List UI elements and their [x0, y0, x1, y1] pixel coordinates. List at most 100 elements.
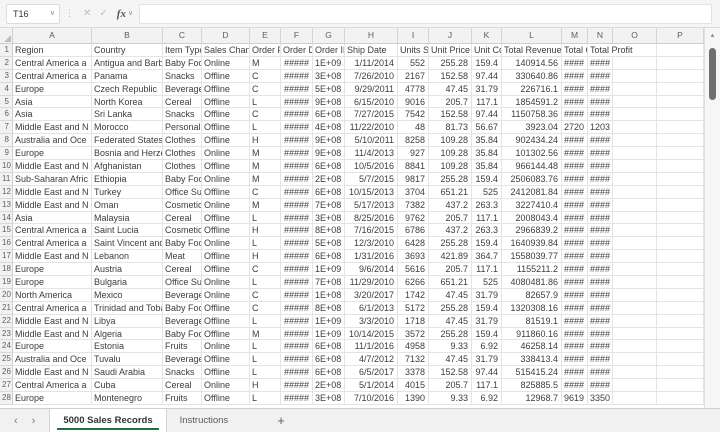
cell[interactable]: #### [588, 211, 613, 225]
cell[interactable]: Oman [92, 198, 163, 212]
column-header-G[interactable]: G [313, 28, 345, 44]
cell[interactable]: #### [588, 82, 613, 96]
cell[interactable]: Mexico [92, 288, 163, 302]
cell[interactable]: 7/10/2016 [345, 392, 398, 405]
tab-instructions[interactable]: Instructions [167, 409, 242, 432]
cell[interactable]: 7/26/2010 [345, 69, 398, 83]
cell[interactable]: Online [202, 379, 250, 393]
header-cell[interactable]: Total C [562, 44, 588, 57]
cell[interactable] [613, 211, 657, 225]
cell[interactable]: #### [588, 263, 613, 277]
cell[interactable]: Middle East and N [13, 185, 92, 199]
cell[interactable]: 3378 [398, 366, 429, 380]
cell[interactable]: Offline [202, 314, 250, 328]
cell[interactable]: Central America a [13, 69, 92, 83]
cell[interactable]: 35.84 [472, 160, 502, 173]
cell[interactable]: 81519.1 [502, 314, 562, 328]
header-cell[interactable]: Order Da [281, 44, 313, 57]
cell[interactable]: Snacks [163, 108, 202, 122]
cell[interactable]: 159.4 [472, 237, 502, 251]
cell[interactable]: 1155211.2 [502, 263, 562, 277]
cell[interactable] [657, 185, 704, 199]
cell[interactable]: 902434.24 [502, 134, 562, 148]
cell[interactable]: #### [562, 276, 588, 289]
cell[interactable]: ##### [281, 314, 313, 328]
cell[interactable]: 46258.14 [502, 340, 562, 354]
cell[interactable]: 9/29/2011 [345, 82, 398, 96]
cell[interactable]: #### [562, 366, 588, 380]
cell[interactable]: 35.84 [472, 147, 502, 161]
cell[interactable]: 81.73 [429, 121, 472, 135]
cell[interactable]: Snacks [163, 69, 202, 83]
cell[interactable]: C [250, 82, 281, 96]
cell[interactable] [613, 301, 657, 315]
cell[interactable]: Offline [202, 263, 250, 277]
cell[interactable]: 6.92 [472, 340, 502, 354]
cell[interactable]: 117.1 [472, 379, 502, 393]
cell[interactable]: 966144.48 [502, 160, 562, 173]
cell[interactable] [613, 288, 657, 302]
cell[interactable]: 255.28 [429, 56, 472, 70]
row-header-3[interactable]: 3 [0, 69, 13, 83]
cell[interactable]: Federated States [92, 134, 163, 148]
cell[interactable]: Online [202, 198, 250, 212]
vertical-scrollbar-thumb[interactable] [709, 48, 716, 100]
cell[interactable]: Offline [202, 366, 250, 380]
cell[interactable]: Offline [202, 327, 250, 341]
cell[interactable]: Baby Food [163, 172, 202, 186]
cell[interactable]: 7/27/2015 [345, 108, 398, 122]
column-header-B[interactable]: B [92, 28, 163, 44]
cell[interactable]: 3E+08 [313, 69, 345, 83]
column-header-L[interactable]: L [502, 28, 562, 44]
cell[interactable] [613, 276, 657, 289]
cell[interactable]: Europe [13, 392, 92, 405]
cell[interactable]: Offline [202, 301, 250, 315]
cell[interactable]: 1E+08 [313, 288, 345, 302]
cell[interactable]: #### [588, 314, 613, 328]
cell[interactable]: 117.1 [472, 95, 502, 109]
cell[interactable]: Asia [13, 95, 92, 109]
cell[interactable]: #### [562, 134, 588, 148]
cell[interactable]: 10/5/2016 [345, 160, 398, 173]
cell[interactable]: 5E+08 [313, 237, 345, 251]
cell[interactable] [657, 172, 704, 186]
row-header-15[interactable]: 15 [0, 224, 13, 238]
cell[interactable]: 7382 [398, 198, 429, 212]
cell[interactable]: ##### [281, 160, 313, 173]
cell[interactable] [657, 56, 704, 70]
cell[interactable]: 6/15/2010 [345, 95, 398, 109]
cell[interactable] [613, 108, 657, 122]
cell[interactable]: 117.1 [472, 263, 502, 277]
column-header-D[interactable]: D [202, 28, 250, 44]
cell[interactable]: #### [588, 250, 613, 264]
cell[interactable]: Sri Lanka [92, 108, 163, 122]
cell[interactable]: 159.4 [472, 301, 502, 315]
cell[interactable]: Algeria [92, 327, 163, 341]
cell[interactable]: H [250, 134, 281, 148]
cell[interactable]: Online [202, 147, 250, 161]
cell[interactable]: Baby Food [163, 327, 202, 341]
cell[interactable]: 3704 [398, 185, 429, 199]
cell[interactable] [657, 69, 704, 83]
cell[interactable]: 437.2 [429, 224, 472, 238]
cell[interactable]: 3350 [588, 392, 613, 405]
cell[interactable]: M [250, 160, 281, 173]
cell[interactable]: ##### [281, 95, 313, 109]
header-cell[interactable]: Country [92, 44, 163, 57]
cell[interactable] [657, 263, 704, 277]
cell[interactable]: 1E+09 [313, 263, 345, 277]
cell[interactable]: 9619 [562, 392, 588, 405]
cell[interactable]: #### [562, 185, 588, 199]
cell[interactable] [657, 340, 704, 354]
cell[interactable]: 5E+08 [313, 82, 345, 96]
cell[interactable]: 5172 [398, 301, 429, 315]
cell[interactable]: 11/22/2010 [345, 121, 398, 135]
add-sheet-button[interactable]: + [267, 409, 295, 432]
cell[interactable]: 525 [472, 185, 502, 199]
cell[interactable] [657, 121, 704, 135]
chevron-down-icon[interactable]: ∨ [50, 10, 55, 17]
cell[interactable]: 927 [398, 147, 429, 161]
cell[interactable]: Snacks [163, 366, 202, 380]
cell[interactable]: 1390 [398, 392, 429, 405]
cell[interactable]: #### [588, 301, 613, 315]
